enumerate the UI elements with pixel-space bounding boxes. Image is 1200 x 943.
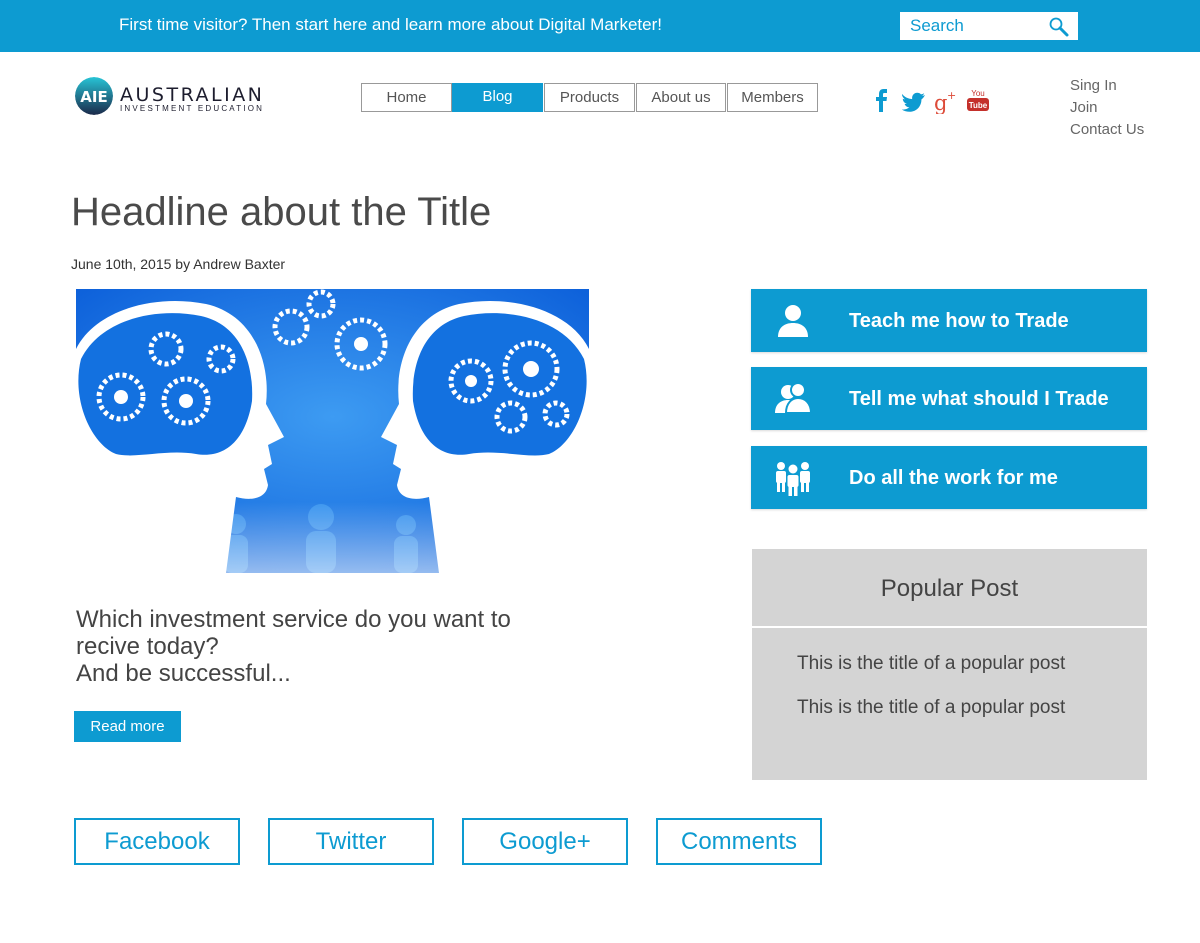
svg-text:AIE: AIE (80, 88, 107, 106)
google-plus-icon[interactable]: g + (934, 88, 958, 114)
join-link[interactable]: Join (1070, 98, 1190, 120)
read-more-button[interactable]: Read more (74, 711, 181, 742)
top-announcement-bar: First time visitor? Then start here and … (0, 0, 1200, 52)
svg-text:You: You (971, 89, 985, 98)
sign-in-link[interactable]: Sing In (1070, 76, 1190, 98)
popular-post-title: Popular Post (880, 575, 1019, 602)
teaser-line: Which investment service do you want to (76, 606, 511, 633)
contact-us-link[interactable]: Contact Us (1070, 120, 1190, 142)
logo-tagline: INVESTMENT EDUCATION (120, 104, 265, 113)
heads-with-gears-illustration (76, 289, 589, 573)
teaser-line: recive today? (76, 633, 219, 660)
svg-text:+: + (947, 89, 956, 102)
team-icon (776, 462, 810, 496)
cta-label: Teach me how to Trade (849, 310, 1069, 332)
popular-post-link[interactable]: This is the title of a popular post (797, 653, 1065, 675)
twitter-icon[interactable] (902, 88, 926, 114)
comments-button[interactable]: Comments (656, 818, 822, 865)
cta-label: Do all the work for me (849, 467, 1058, 489)
logo-badge-icon: AIE (75, 77, 113, 115)
first-visitor-message[interactable]: First time visitor? Then start here and … (119, 15, 662, 35)
twitter-share-button[interactable]: Twitter (268, 818, 434, 865)
facebook-icon[interactable] (874, 88, 890, 114)
search-box[interactable] (900, 12, 1078, 40)
nav-blog[interactable]: Blog (452, 83, 543, 112)
svg-text:g: g (934, 91, 947, 114)
nav-members[interactable]: Members (727, 83, 818, 112)
user-icon (778, 305, 808, 337)
article-byline: June 10th, 2015 by Andrew Baxter (71, 256, 286, 272)
popular-post-link[interactable]: This is the title of a popular post (797, 697, 1065, 719)
nav-home[interactable]: Home (361, 83, 452, 112)
teaser-line: And be successful... (76, 660, 291, 687)
tell-me-trade-button[interactable]: Tell me what should I Trade (751, 367, 1147, 430)
article-headline: Headline about the Title (71, 190, 492, 234)
do-all-work-button[interactable]: Do all the work for me (751, 446, 1147, 509)
site-logo[interactable]: AIE AUSTRALIAN INVESTMENT EDUCATION (75, 77, 275, 119)
divider (752, 626, 1147, 628)
logo-name: AUSTRALIAN (120, 84, 265, 106)
nav-products[interactable]: Products (544, 83, 635, 112)
search-input[interactable] (900, 12, 1045, 40)
teach-me-trade-button[interactable]: Teach me how to Trade (751, 289, 1147, 352)
youtube-icon[interactable]: You Tube (966, 88, 990, 114)
cta-label: Tell me what should I Trade (849, 388, 1109, 410)
popular-post-panel: Popular Post This is the title of a popu… (752, 549, 1147, 780)
facebook-share-button[interactable]: Facebook (74, 818, 240, 865)
svg-text:Tube: Tube (969, 101, 988, 110)
google-plus-share-button[interactable]: Google+ (462, 818, 628, 865)
article-teaser: Which investment service do you want to … (76, 606, 596, 687)
users-icon (775, 382, 813, 414)
search-icon[interactable] (1048, 16, 1070, 38)
account-links: Sing In Join Contact Us (1070, 76, 1190, 142)
nav-about-us[interactable]: About us (636, 83, 726, 112)
